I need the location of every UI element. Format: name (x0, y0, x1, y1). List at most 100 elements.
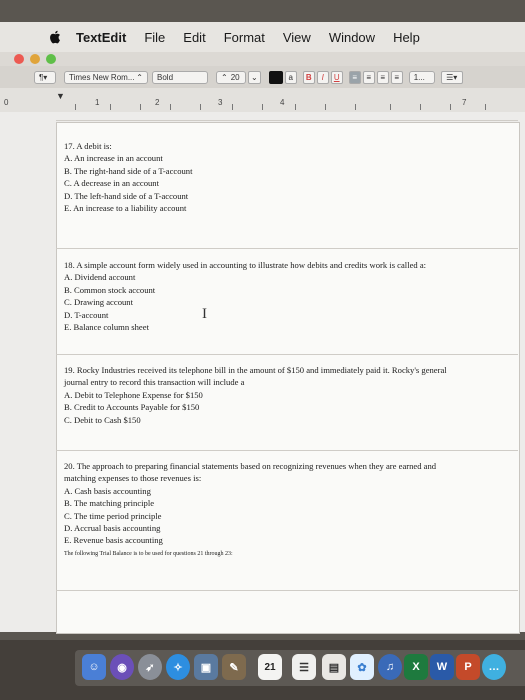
contacts-icon[interactable]: ▤ (322, 654, 346, 680)
screen: TextEdit File Edit Format View Window He… (0, 0, 525, 700)
menu-view[interactable]: View (283, 30, 311, 45)
question-separator (56, 450, 518, 451)
ruler-number: 1 (95, 98, 100, 107)
question-separator (56, 590, 518, 591)
chevron-down-icon: ⌄ (251, 72, 258, 82)
question-text: journal entry to record this transaction… (64, 377, 245, 388)
answer-option: B. Common stock account (64, 284, 156, 295)
calendar-icon[interactable]: 21 (258, 654, 282, 680)
underline-button[interactable]: U (330, 70, 343, 84)
menu-file[interactable]: File (144, 30, 165, 45)
question-18: 18. A simple account form widely used in… (64, 259, 426, 333)
preview-icon[interactable]: ▣ (194, 654, 218, 680)
align-center-icon: ≡ (366, 72, 372, 82)
text-cursor-icon: I (202, 306, 207, 322)
ruler-number: 4 (280, 98, 285, 107)
answer-option: E. Revenue basis accounting (64, 535, 163, 546)
footnote: The following Trial Balance is to be use… (64, 550, 233, 559)
stepper-icon: ⌃ (136, 72, 143, 82)
font-size-select[interactable]: ⌃ 20 (216, 70, 246, 84)
font-size-value: 20 (230, 72, 240, 82)
photos-app-icon[interactable]: ✿ (350, 654, 374, 680)
list-style-button[interactable]: ☰▾ (440, 70, 463, 84)
answer-option: A. Dividend account (64, 272, 136, 283)
answer-option: C. The time period principle (64, 510, 162, 521)
italic-button[interactable]: I (316, 70, 329, 84)
answer-option: D. T-account (64, 309, 109, 320)
bold-button[interactable]: B (302, 70, 315, 84)
align-left-icon: ≡ (352, 72, 358, 82)
answer-option: B. The matching principle (64, 498, 155, 509)
line-spacing-select[interactable]: 1... (408, 70, 435, 84)
highlight-color-button[interactable]: a (284, 70, 297, 84)
ruler-number: 3 (218, 98, 223, 107)
safari-icon[interactable]: ✧ (166, 654, 190, 680)
minimize-button[interactable] (30, 54, 40, 64)
align-center-button[interactable]: ≡ (362, 70, 375, 84)
answer-option: B. The right-hand side of a T-account (64, 165, 193, 176)
reminders-icon[interactable]: ☰ (292, 654, 316, 680)
menu-help[interactable]: Help (393, 30, 420, 45)
align-right-button[interactable]: ≡ (376, 70, 389, 84)
ruler-number: 7 (462, 98, 467, 107)
font-size-dropdown-button[interactable]: ⌄ (248, 70, 261, 84)
footnote-text: The following Trial Balance is to be use… (64, 551, 233, 557)
text-color-button[interactable] (268, 70, 283, 84)
ruler-number: 0 (4, 98, 9, 107)
list-icon: ☰▾ (446, 72, 458, 82)
apple-menu-icon[interactable] (48, 29, 62, 45)
format-toolbar: ¶▾ Times New Rom... ⌃ Bold ⌃ 20 ⌄ a B I … (0, 66, 525, 88)
menu-format[interactable]: Format (224, 30, 265, 45)
answer-option: B. Credit to Accounts Payable for $150 (64, 402, 200, 413)
answer-option: C. A decrease in an account (64, 178, 159, 189)
answer-option: D. Accrual basis accounting (64, 523, 161, 534)
ruler-number: 2 (155, 98, 160, 107)
font-style-value: Bold (157, 72, 174, 82)
question-text: matching expenses to those revenues is: (64, 473, 202, 484)
excel-icon[interactable]: X (404, 654, 428, 680)
question-17: 17. A debit is: A. An increase in an acc… (64, 140, 192, 214)
siri-icon[interactable]: ◉ (110, 654, 134, 680)
align-left-button[interactable]: ≡ (348, 70, 361, 84)
close-button[interactable] (14, 54, 24, 64)
calendar-day: 21 (264, 661, 276, 673)
question-text: 18. A simple account form widely used in… (64, 260, 427, 270)
window-title-bar (0, 52, 525, 66)
question-text: 19. Rocky Industries received its teleph… (64, 365, 447, 375)
text-color-a-icon: a (288, 72, 293, 82)
font-style-select[interactable]: Bold (152, 70, 208, 84)
window-controls (14, 54, 56, 64)
paragraph-style-dropdown[interactable]: ¶▾ (34, 70, 56, 84)
answer-option: A. An increase in an account (64, 153, 163, 164)
justify-button[interactable]: ≡ (390, 70, 403, 84)
answer-option: C. Debit to Cash $150 (64, 414, 141, 425)
answer-option: E. An increase to a liability account (64, 203, 187, 214)
answer-option: E. Balance column sheet (64, 322, 149, 333)
zoom-button[interactable] (46, 54, 56, 64)
word-icon[interactable]: W (430, 654, 454, 680)
font-family-select[interactable]: Times New Rom... ⌃ (64, 70, 148, 84)
menu-window[interactable]: Window (329, 30, 375, 45)
stepper-icon: ⌃ (221, 72, 228, 82)
question-text: 17. A debit is: (64, 141, 112, 151)
ruler[interactable]: 0 1 2 3 4 7 ▼ (0, 88, 525, 113)
notes-icon[interactable]: ✎ (222, 654, 246, 680)
powerpoint-icon[interactable]: P (456, 654, 480, 680)
itunes-icon[interactable]: ♫ (378, 654, 402, 680)
answer-option: C. Drawing account (64, 297, 133, 308)
finder-icon[interactable]: ☺ (82, 654, 106, 680)
answer-option: A. Debit to Telephone Expense for $150 (64, 389, 203, 400)
launchpad-icon[interactable]: ➶ (138, 654, 162, 680)
question-separator (56, 354, 518, 355)
menu-app-name[interactable]: TextEdit (76, 30, 126, 45)
question-19: 19. Rocky Industries received its teleph… (64, 364, 447, 426)
question-separator (56, 248, 518, 249)
line-spacing-value: 1... (413, 72, 425, 82)
menu-edit[interactable]: Edit (183, 30, 205, 45)
question-text: 20. The approach to preparing financial … (64, 461, 437, 471)
messages-icon[interactable]: … (482, 654, 506, 680)
align-right-icon: ≡ (380, 72, 386, 82)
indent-marker-icon[interactable]: ▼ (56, 91, 65, 101)
question-20: 20. The approach to preparing financial … (64, 460, 436, 547)
font-family-value: Times New Rom... (69, 72, 135, 82)
